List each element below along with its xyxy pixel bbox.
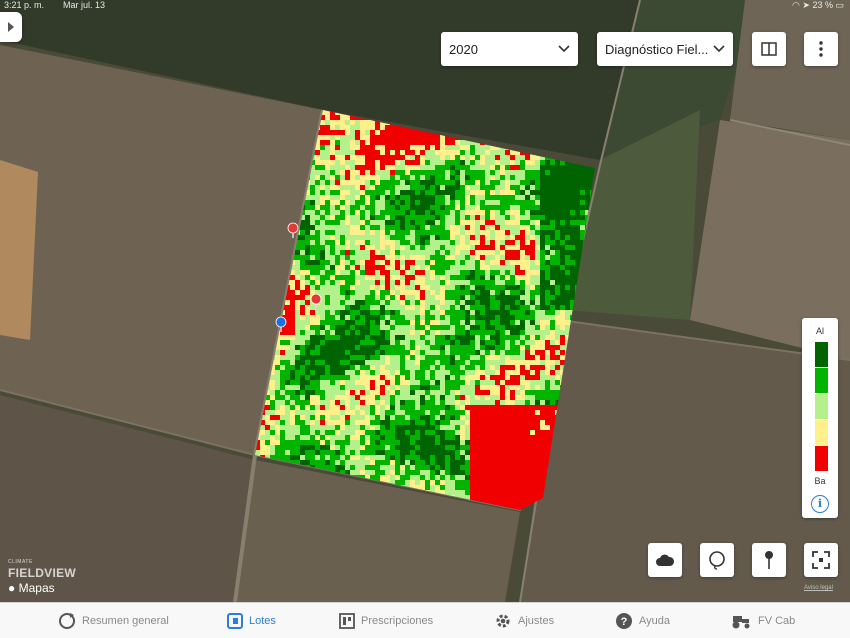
field-southeast [520, 320, 850, 602]
tab-fv-cab-label: FV Cab [758, 615, 796, 627]
tab-prescripciones-label: Prescripciones [361, 615, 434, 627]
bottom-tab-bar: Resumen general Lotes Prescripciones Aju… [0, 602, 850, 638]
map-legend: Al Ba i [802, 318, 838, 518]
tab-fv-cab[interactable]: FV Cab [730, 603, 795, 638]
legend-swatch-medium [815, 394, 828, 419]
legend-swatch-low [815, 420, 828, 445]
location-icon: ➤ [802, 0, 810, 10]
tab-ayuda[interactable]: ? Ayuda [615, 603, 670, 638]
pin-icon [765, 551, 773, 569]
legal-link[interactable]: Aviso legal [804, 585, 833, 591]
focus-frame-icon [812, 551, 830, 569]
battery-percent: 23 % [812, 0, 833, 10]
tab-lotes[interactable]: Lotes [227, 603, 276, 638]
battery-icon: ▭ [835, 0, 844, 10]
status-date: Mar jul. 13 [63, 0, 106, 10]
prescription-icon [339, 613, 355, 629]
more-vertical-icon [819, 41, 823, 57]
layer-dropdown-value: Diagnóstico Fiel... [605, 41, 709, 57]
satellite-map[interactable] [0, 0, 850, 602]
fieldview-logo-text: FIELDVIEW [8, 566, 77, 580]
tab-prescripciones[interactable]: Prescripciones [339, 603, 433, 638]
tab-resumen-general-label: Resumen general [82, 615, 169, 627]
chevron-right-icon [8, 22, 14, 32]
status-right: ◠ ➤ 23 % ▭ [792, 0, 844, 11]
tab-resumen-general[interactable]: Resumen general [58, 603, 169, 638]
year-dropdown[interactable]: 2020 [441, 32, 578, 66]
weather-button[interactable] [648, 543, 682, 577]
legend-swatch-very-low [815, 446, 828, 471]
app: 3:21 p. m. Mar jul. 13 ◠ ➤ 23 % ▭ 2020 D… [0, 0, 850, 638]
tractor-icon [732, 616, 750, 629]
layer-dropdown[interactable]: Diagnóstico Fiel... [597, 32, 733, 66]
info-icon[interactable]: i [811, 495, 829, 513]
more-options-button[interactable] [804, 32, 838, 66]
legend-high-label: Al [815, 326, 824, 336]
chevron-down-icon [558, 45, 570, 53]
split-view-button[interactable] [752, 32, 786, 66]
legend-swatch-high [815, 368, 828, 393]
sidebar-toggle-button[interactable] [0, 12, 22, 42]
lasso-icon [709, 551, 725, 570]
draw-boundary-button[interactable] [700, 543, 734, 577]
drop-pin-button[interactable] [752, 543, 786, 577]
wifi-icon: ◠ [792, 0, 800, 10]
recenter-button[interactable] [804, 543, 838, 577]
maps-attribution: ● Mapas [8, 581, 55, 595]
tab-ayuda-label: Ayuda [639, 615, 670, 627]
climate-logo-text: CLIMATE [8, 559, 33, 565]
apple-icon: ● [8, 581, 16, 595]
field-icon [227, 613, 243, 629]
legend-swatch-very-high [815, 342, 828, 367]
help-icon: ? [616, 613, 632, 629]
cloud-icon [656, 554, 675, 566]
chevron-down-icon [713, 45, 725, 53]
tab-ajustes[interactable]: Ajustes [494, 603, 554, 638]
year-dropdown-value: 2020 [449, 41, 478, 57]
field-northeast-bare [730, 0, 850, 140]
fieldview-logo: CLIMATE FIELDVIEW [8, 559, 77, 580]
split-view-icon [761, 42, 777, 56]
maps-attribution-text: Mapas [18, 581, 55, 595]
gear-icon [496, 614, 510, 628]
status-time: 3:21 p. m. [4, 0, 45, 10]
status-bar: 3:21 p. m. Mar jul. 13 ◠ ➤ 23 % ▭ [0, 0, 850, 12]
loop-icon [59, 613, 75, 629]
tab-lotes-label: Lotes [249, 615, 276, 627]
legend-low-label: Ba [814, 476, 826, 486]
tab-ajustes-label: Ajustes [518, 615, 555, 627]
